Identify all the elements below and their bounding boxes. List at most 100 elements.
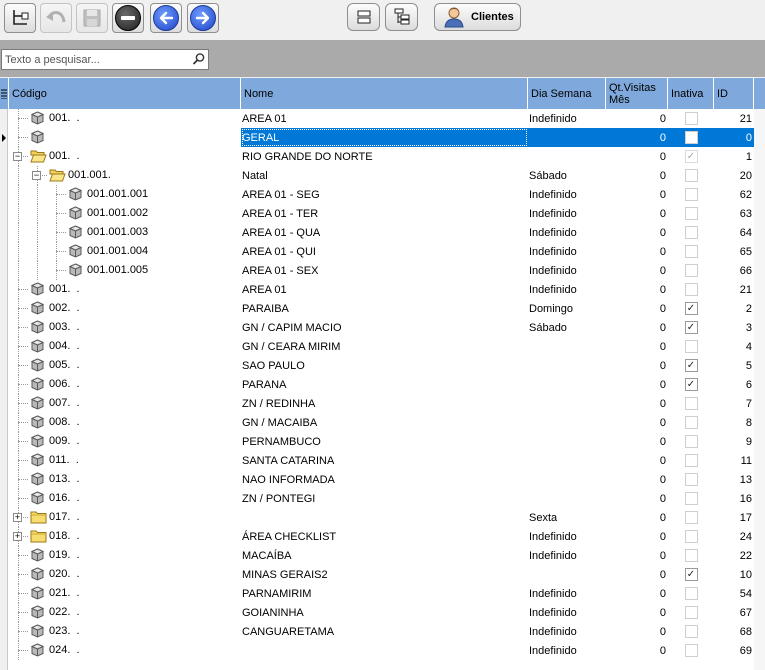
cell-inativa[interactable]	[668, 109, 714, 128]
row-indicator[interactable]	[0, 109, 8, 128]
cell-qt-visitas[interactable]: 0	[606, 223, 668, 242]
column-header-nome[interactable]: Nome	[241, 78, 528, 109]
row-indicator[interactable]	[0, 489, 8, 508]
cell-id[interactable]: 6	[714, 375, 754, 394]
cell-inativa[interactable]	[668, 242, 714, 261]
cell-codigo[interactable]: +018. .	[9, 527, 241, 546]
cell-dia-semana[interactable]: Domingo	[528, 299, 606, 318]
cell-codigo[interactable]: 013. .	[9, 470, 241, 489]
cell-nome[interactable]: MACAÍBA	[241, 546, 528, 565]
cell-qt-visitas[interactable]: 0	[606, 394, 668, 413]
search-input[interactable]	[2, 50, 190, 69]
cell-id[interactable]: 67	[714, 603, 754, 622]
cell-inativa[interactable]	[668, 470, 714, 489]
expand-node-icon[interactable]: +	[13, 513, 22, 522]
cell-nome[interactable]: MINAS GERAIS2	[241, 565, 528, 584]
previous-button[interactable]	[150, 3, 182, 33]
cell-id[interactable]: 64	[714, 223, 754, 242]
row-indicator[interactable]	[0, 261, 8, 280]
cell-id[interactable]: 7	[714, 394, 754, 413]
cell-dia-semana[interactable]: Indefinido	[528, 527, 606, 546]
cell-nome[interactable]: ÁREA CHECKLIST	[241, 527, 528, 546]
cell-codigo[interactable]: 019. .	[9, 546, 241, 565]
cell-inativa[interactable]	[668, 204, 714, 223]
cell-id[interactable]: 2	[714, 299, 754, 318]
cell-inativa[interactable]	[668, 413, 714, 432]
cell-id[interactable]: 24	[714, 527, 754, 546]
cell-codigo[interactable]: 021. .	[9, 584, 241, 603]
row-indicator[interactable]	[0, 584, 8, 603]
table-row[interactable]: 003. . GN / CAPIM MACIO Sábado 0 3 ✓	[0, 318, 765, 337]
cell-dia-semana[interactable]: Indefinido	[528, 584, 606, 603]
inativa-checkbox[interactable]	[684, 283, 698, 296]
cell-nome[interactable]: Natal	[241, 166, 528, 185]
cell-id[interactable]: 21	[714, 280, 754, 299]
row-indicator[interactable]	[0, 375, 8, 394]
save-button[interactable]	[76, 3, 108, 33]
table-row[interactable]: 019. . MACAÍBA Indefinido 0 22	[0, 546, 765, 565]
cell-inativa[interactable]	[668, 527, 714, 546]
cell-codigo[interactable]: 004. .	[9, 337, 241, 356]
cell-id[interactable]: 69	[714, 641, 754, 660]
inativa-checkbox[interactable]	[684, 511, 698, 524]
row-indicator[interactable]	[0, 280, 8, 299]
inativa-checkbox[interactable]	[684, 245, 698, 258]
row-indicator[interactable]	[0, 337, 8, 356]
cell-inativa[interactable]	[668, 128, 714, 147]
cell-nome[interactable]: SAO PAULO	[241, 356, 528, 375]
row-indicator[interactable]	[0, 242, 8, 261]
cell-dia-semana[interactable]: Sexta	[528, 508, 606, 527]
row-indicator[interactable]	[0, 603, 8, 622]
cell-qt-visitas[interactable]: 0	[606, 470, 668, 489]
cell-id[interactable]: 16	[714, 489, 754, 508]
cell-dia-semana[interactable]	[528, 489, 606, 508]
cell-qt-visitas[interactable]: 0	[606, 261, 668, 280]
cell-nome[interactable]: PARAIBA	[241, 299, 528, 318]
inativa-checkbox[interactable]	[684, 549, 698, 562]
expand-node-icon[interactable]: +	[13, 532, 22, 541]
cell-codigo[interactable]: 003. .	[9, 318, 241, 337]
cell-inativa[interactable]	[668, 223, 714, 242]
collapse-button[interactable]	[347, 3, 380, 31]
row-indicator[interactable]	[0, 432, 8, 451]
cell-id[interactable]: 62	[714, 185, 754, 204]
column-header-inativa[interactable]: Inativa	[668, 78, 714, 109]
inativa-checkbox[interactable]: ✓	[684, 359, 698, 372]
cell-nome[interactable]: PERNAMBUCO	[241, 432, 528, 451]
inativa-checkbox[interactable]	[684, 416, 698, 429]
cell-nome[interactable]: AREA 01 - SEG	[241, 185, 528, 204]
table-row[interactable]: +017. . Sexta 0 17	[0, 508, 765, 527]
row-indicator[interactable]	[0, 356, 8, 375]
cell-dia-semana[interactable]	[528, 128, 606, 147]
table-row[interactable]: 004. . GN / CEARA MIRIM 0 4	[0, 337, 765, 356]
table-row[interactable]: 022. . GOIANINHA Indefinido 0 67	[0, 603, 765, 622]
row-indicator[interactable]	[0, 413, 8, 432]
table-row[interactable]: 013. . NAO INFORMADA 0 13	[0, 470, 765, 489]
cell-dia-semana[interactable]: Sábado	[528, 166, 606, 185]
cell-id[interactable]: 0	[714, 128, 754, 147]
table-row[interactable]: 024. . Indefinido 0 69	[0, 641, 765, 660]
table-row[interactable]: 008. . GN / MACAIBA 0 8	[0, 413, 765, 432]
inativa-checkbox[interactable]	[684, 530, 698, 543]
cell-nome[interactable]: RIO GRANDE DO NORTE	[241, 147, 528, 166]
cell-dia-semana[interactable]	[528, 413, 606, 432]
cell-id[interactable]: 1	[714, 147, 754, 166]
cell-nome[interactable]	[241, 508, 528, 527]
cell-id[interactable]: 68	[714, 622, 754, 641]
cell-id[interactable]: 63	[714, 204, 754, 223]
cell-nome[interactable]: CANGUARETAMA	[241, 622, 528, 641]
cell-qt-visitas[interactable]: 0	[606, 280, 668, 299]
row-indicator[interactable]	[0, 451, 8, 470]
cell-id[interactable]: 8	[714, 413, 754, 432]
cell-nome[interactable]: PARNAMIRIM	[241, 584, 528, 603]
cell-dia-semana[interactable]: Indefinido	[528, 622, 606, 641]
cell-nome[interactable]: AREA 01	[241, 280, 528, 299]
inativa-checkbox[interactable]	[684, 587, 698, 600]
inativa-checkbox[interactable]	[684, 169, 698, 182]
cell-qt-visitas[interactable]: 0	[606, 565, 668, 584]
cell-inativa[interactable]	[668, 185, 714, 204]
collapse-node-icon[interactable]: −	[13, 152, 22, 161]
cell-nome[interactable]: AREA 01 - QUA	[241, 223, 528, 242]
cell-qt-visitas[interactable]: 0	[606, 299, 668, 318]
table-row[interactable]: 001.001.003 AREA 01 - QUA Indefinido 0 64	[0, 223, 765, 242]
